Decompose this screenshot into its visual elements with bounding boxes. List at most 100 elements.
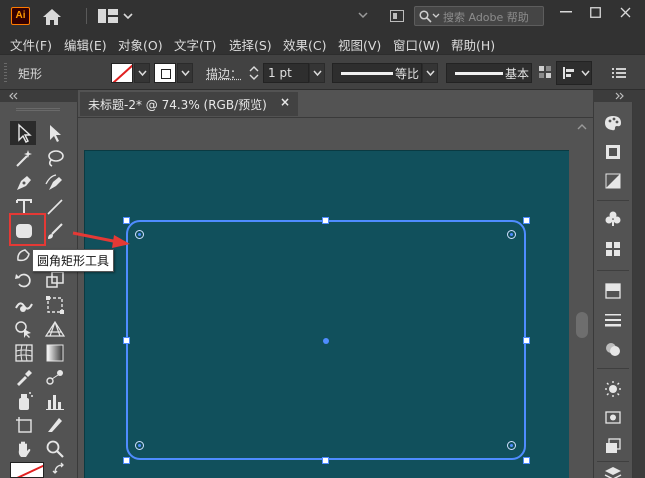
perspective-grid-tool[interactable] <box>44 318 66 340</box>
swap-fill-stroke-icon[interactable] <box>52 462 66 476</box>
dock-edge <box>633 90 645 478</box>
align-options-button[interactable] <box>556 61 592 85</box>
stroke-weight-input[interactable]: 1 pt <box>263 63 309 83</box>
stroke-weight-stepper[interactable] <box>247 63 261 83</box>
free-transform-tool[interactable] <box>44 294 66 316</box>
toolbar-collapse-strip[interactable] <box>0 90 78 102</box>
hand-tool[interactable] <box>13 438 35 460</box>
column-graph-tool[interactable] <box>44 390 66 412</box>
menu-view[interactable]: 视图(V) <box>338 35 381 54</box>
close-tab-icon[interactable]: × <box>280 95 290 109</box>
resize-handle-bottom[interactable] <box>322 457 329 464</box>
menu-edit[interactable]: 编辑(E) <box>64 35 107 54</box>
stroke-color-swatch[interactable] <box>154 63 176 83</box>
corner-radius-widget[interactable] <box>135 441 144 450</box>
panel-menu-icon[interactable] <box>612 67 626 79</box>
dock-collapse-strip[interactable] <box>593 90 633 102</box>
gradient-panel-button[interactable] <box>604 172 622 190</box>
home-icon[interactable] <box>42 8 62 26</box>
transparency-icon <box>604 282 622 300</box>
symbols-panel-button[interactable] <box>604 210 622 228</box>
corner-radius-widget[interactable] <box>507 230 516 239</box>
rotate-tool[interactable] <box>13 269 35 291</box>
paintbrush-tool[interactable] <box>44 220 66 242</box>
menu-select[interactable]: 选择(S) <box>229 35 272 54</box>
arrange-documents-icon[interactable] <box>356 8 370 22</box>
stroke-label[interactable]: 描边： <box>206 65 242 82</box>
screen-mode-icon[interactable] <box>390 10 404 22</box>
swatches-panel-button[interactable] <box>604 240 622 258</box>
libraries-panel-button[interactable] <box>604 437 622 455</box>
graphic-styles-button[interactable] <box>604 380 622 398</box>
resize-handle-right[interactable] <box>523 337 530 344</box>
fill-color-swatch[interactable] <box>111 63 133 83</box>
gradient-tool[interactable] <box>44 342 66 364</box>
menu-help[interactable]: 帮助(H) <box>451 35 495 54</box>
stroke-weight-dropdown[interactable] <box>309 63 325 83</box>
close-button[interactable] <box>615 2 637 24</box>
symbol-sprayer-tool[interactable] <box>13 390 35 412</box>
menu-type[interactable]: 文字(T) <box>174 35 216 54</box>
color-guide-button[interactable] <box>604 143 622 161</box>
appearance-panel-button[interactable] <box>604 340 622 358</box>
fill-dropdown-button[interactable] <box>134 63 150 83</box>
corner-radius-widget[interactable] <box>507 441 516 450</box>
pen-tool[interactable] <box>13 172 35 194</box>
resize-handle-top-left[interactable] <box>123 217 130 224</box>
menu-file[interactable]: 文件(F) <box>10 35 52 54</box>
profile-dropdown[interactable] <box>422 63 438 83</box>
column-graph-icon <box>44 390 66 412</box>
resize-handle-top-right[interactable] <box>523 217 530 224</box>
mesh-tool[interactable] <box>13 342 35 364</box>
variable-width-profile[interactable]: 等比 <box>332 63 422 83</box>
control-bar-grip[interactable] <box>4 63 7 83</box>
menu-window[interactable]: 窗口(W) <box>393 35 440 54</box>
magic-wand-tool[interactable] <box>13 147 35 169</box>
lasso-icon <box>44 147 66 169</box>
blend-tool[interactable] <box>44 366 66 388</box>
minimize-button[interactable] <box>555 2 577 24</box>
menu-object[interactable]: 对象(O) <box>118 35 163 54</box>
symbol-sprayer-icon <box>13 390 35 412</box>
lasso-tool[interactable] <box>44 147 66 169</box>
zoom-tool[interactable] <box>44 438 66 460</box>
dock-divider <box>597 368 629 369</box>
resize-handle-bottom-left[interactable] <box>123 457 130 464</box>
brush-definition[interactable]: 基本 <box>446 63 532 83</box>
resize-handle-top[interactable] <box>322 217 329 224</box>
toolbar-grip[interactable] <box>16 108 60 112</box>
warp-tool[interactable] <box>13 294 35 316</box>
curvature-tool[interactable] <box>44 172 66 194</box>
menu-effect[interactable]: 效果(C) <box>283 35 326 54</box>
scale-tool[interactable] <box>44 269 66 291</box>
chevron-down-icon[interactable] <box>123 12 133 20</box>
image-trace-button[interactable] <box>604 408 622 426</box>
slice-tool[interactable] <box>44 414 66 436</box>
resize-handle-left[interactable] <box>123 337 130 344</box>
recolor-artwork-icon[interactable] <box>538 65 552 81</box>
transparency-panel-button[interactable] <box>604 282 622 300</box>
maximize-button[interactable] <box>585 2 607 24</box>
shape-center-point <box>323 338 329 344</box>
fill-stroke-swatch[interactable] <box>10 462 44 478</box>
color-panel-button[interactable] <box>604 114 622 132</box>
vertical-scrollbar-thumb[interactable] <box>576 312 588 338</box>
stroke-panel-button[interactable] <box>604 311 622 329</box>
stroke-dropdown-button[interactable] <box>177 63 193 83</box>
direct-selection-tool[interactable] <box>44 122 66 144</box>
document-tab[interactable]: 未标题-2* @ 74.3% (RGB/预览) × <box>80 92 298 116</box>
selection-tool[interactable] <box>13 122 35 144</box>
scroll-up-icon[interactable] <box>577 123 587 131</box>
artboard-tool[interactable] <box>13 414 35 436</box>
paintbrush-icon <box>44 220 66 242</box>
resize-handle-bottom-right[interactable] <box>523 457 530 464</box>
workspace-layout-icon[interactable] <box>98 9 118 23</box>
eyedropper-tool[interactable] <box>13 366 35 388</box>
layers-panel-button[interactable] <box>604 466 622 478</box>
corner-radius-widget[interactable] <box>135 230 144 239</box>
shape-builder-tool[interactable] <box>13 318 35 340</box>
chevron-down-icon <box>426 70 435 77</box>
brush-label: 基本 <box>505 65 529 82</box>
line-segment-tool[interactable] <box>44 196 66 218</box>
help-search-input[interactable]: 搜索 Adobe 帮助 <box>414 6 544 26</box>
